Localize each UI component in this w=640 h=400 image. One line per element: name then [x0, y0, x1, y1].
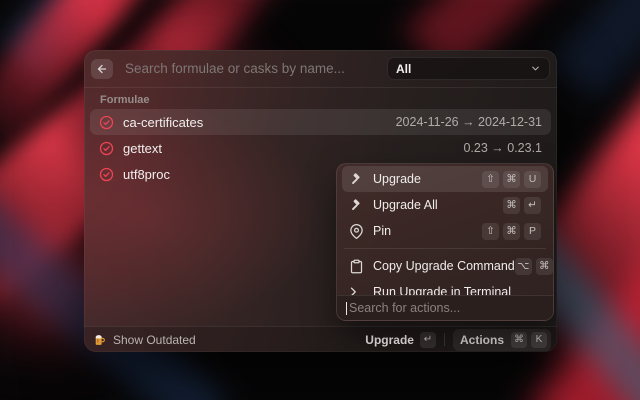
key-badge: ⌘: [503, 223, 520, 240]
action-item-label: Copy Upgrade Command: [373, 259, 515, 273]
footer-actions: Upgrade ↵ Actions ⌘ K: [365, 329, 551, 351]
key-badge: ⇧: [482, 171, 499, 188]
hammer-icon: [349, 198, 364, 213]
footer-bar: Show Outdated Upgrade ↵ Actions ⌘ K: [84, 326, 557, 352]
search-bar: All: [84, 50, 557, 88]
shortcut-keys: ⇧ ⌘ P: [482, 223, 541, 240]
shortcut-keys: ⇧ ⌘ U: [482, 171, 541, 188]
action-item-upgrade-all[interactable]: Upgrade All ⌘ ↵: [342, 192, 548, 218]
wallpaper-streak: [550, 0, 640, 102]
action-search-field[interactable]: Search for actions...: [337, 295, 553, 320]
primary-action-label[interactable]: Upgrade: [365, 333, 414, 347]
key-badge: ⌥: [515, 258, 532, 275]
action-item-copy-upgrade-command[interactable]: Copy Upgrade Command ⌥ ⌘ C: [342, 253, 548, 279]
key-badge: ⌘: [503, 171, 520, 188]
key-badge: P: [524, 223, 541, 240]
back-button[interactable]: [91, 59, 113, 79]
action-item-label: Pin: [373, 224, 391, 238]
action-item-upgrade[interactable]: Upgrade ⇧ ⌘ U: [342, 166, 548, 192]
shortcut-keys: ⌥ ⌘ C: [515, 258, 554, 275]
action-item-label: Upgrade: [373, 172, 421, 186]
pin-icon: [349, 224, 364, 239]
shortcut-keys: ⌘ ↵: [503, 197, 541, 214]
list-item-ca-certificates[interactable]: ca-certificates 2024-11-26 → 2024-12-31: [90, 109, 551, 135]
desktop: All Formulae ca-certificates 2024-11-26 …: [0, 0, 640, 400]
action-panel-divider: [344, 248, 546, 249]
formula-version-change: 2024-11-26 → 2024-12-31: [396, 115, 542, 129]
filter-dropdown[interactable]: All: [387, 57, 550, 80]
action-item-pin[interactable]: Pin ⇧ ⌘ P: [342, 218, 548, 244]
enter-key-badge: ↵: [420, 332, 436, 348]
outdated-check-icon: [99, 115, 114, 130]
outdated-check-icon: [99, 167, 114, 182]
action-panel-list: Upgrade ⇧ ⌘ U Upgrade All ⌘: [337, 164, 553, 305]
formula-version-change: 0.23 → 0.23.1: [463, 141, 542, 155]
actions-button[interactable]: Actions ⌘ K: [453, 329, 551, 351]
action-panel: Upgrade ⇧ ⌘ U Upgrade All ⌘: [336, 163, 554, 321]
footer-status: Show Outdated: [93, 333, 196, 347]
key-badge: ⇧: [482, 223, 499, 240]
key-badge: U: [524, 171, 541, 188]
hammer-icon: [349, 172, 364, 187]
list-item-gettext[interactable]: gettext 0.23 → 0.23.1: [90, 135, 551, 161]
arrow-left-icon: [96, 63, 108, 75]
key-badge: ⌘: [503, 197, 520, 214]
search-input[interactable]: [123, 60, 387, 77]
section-header: Formulae: [100, 94, 541, 106]
beer-mug-icon: [93, 333, 106, 346]
key-badge: ↵: [524, 197, 541, 214]
formula-name: ca-certificates: [123, 115, 203, 130]
k-key-badge: K: [531, 332, 547, 348]
action-search-placeholder: Search for actions...: [349, 301, 460, 315]
action-item-label: Upgrade All: [373, 198, 438, 212]
raycast-window: All Formulae ca-certificates 2024-11-26 …: [84, 50, 557, 352]
formula-name: utf8proc: [123, 167, 170, 182]
text-caret: [346, 302, 347, 315]
footer-divider: [444, 333, 445, 346]
cmd-key-badge: ⌘: [511, 332, 527, 348]
clipboard-icon: [349, 259, 364, 274]
footer-status-label: Show Outdated: [113, 333, 196, 347]
actions-button-label: Actions: [460, 333, 504, 347]
formula-name: gettext: [123, 141, 162, 156]
chevron-down-icon: [530, 63, 541, 74]
outdated-check-icon: [99, 141, 114, 156]
key-badge: ⌘: [536, 258, 553, 275]
filter-dropdown-value: All: [396, 62, 530, 76]
